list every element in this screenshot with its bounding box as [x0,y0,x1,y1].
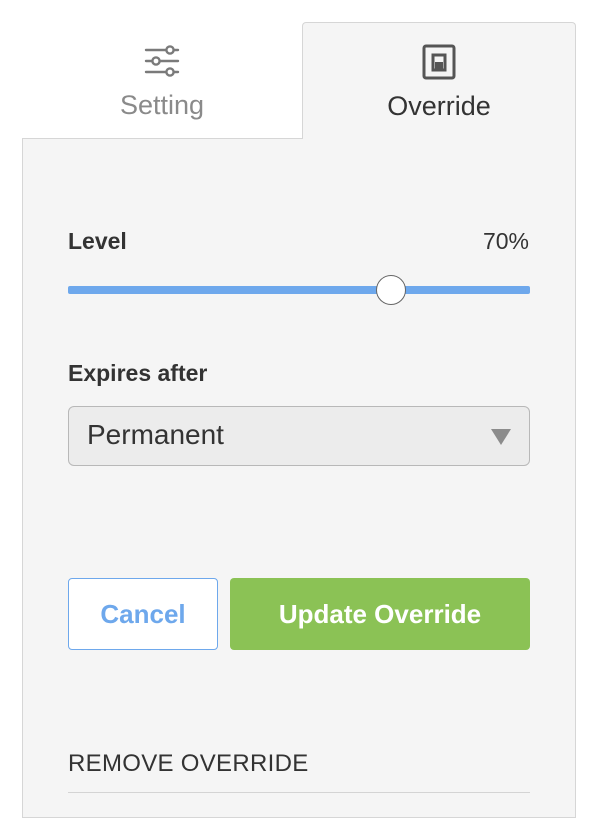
update-override-button[interactable]: Update Override [230,578,530,650]
tab-override-label: Override [387,91,491,121]
level-value: 70% [482,228,529,254]
remove-override-divider [68,792,530,793]
override-device-icon [422,44,456,80]
expires-selected-value: Permanent [87,419,224,450]
dropdown-arrow-icon [491,429,511,445]
tab-setting[interactable]: Setting [22,22,302,138]
expires-after-label: Expires after [68,360,208,386]
tab-setting-label: Setting [119,90,205,120]
sliders-icon [144,45,180,77]
panel-divider [22,138,303,139]
level-slider-track[interactable] [68,286,530,294]
expires-after-select[interactable]: Permanent [68,406,530,466]
tab-override[interactable]: Override [302,22,576,140]
level-label: Level [68,228,127,254]
cancel-button[interactable]: Cancel [68,578,218,650]
remove-override-link[interactable]: REMOVE OVERRIDE [68,750,309,778]
